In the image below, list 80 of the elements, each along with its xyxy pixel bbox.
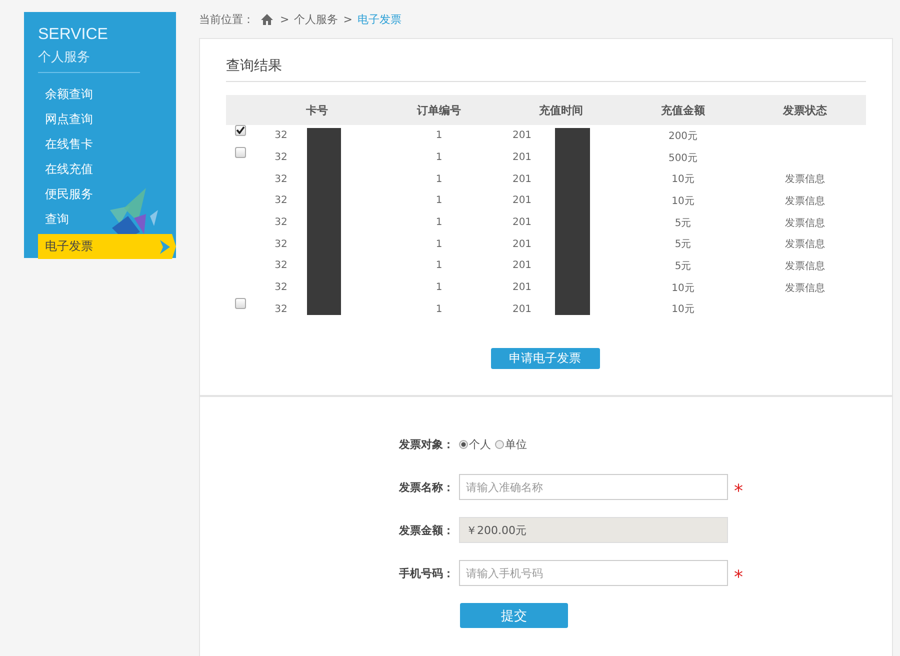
column-header: 卡号 [305, 102, 329, 118]
status-link[interactable]: 发票信息 [785, 239, 825, 250]
sidebar-item[interactable]: 查询 [38, 207, 176, 232]
column-header: 发票状态 [782, 102, 828, 118]
column-header: 充值金额 [660, 102, 706, 118]
status-link[interactable]: 发票信息 [785, 196, 825, 207]
input-field[interactable]: 请输入准确名称 [459, 474, 728, 500]
table-cell: 10元 [672, 304, 694, 316]
table-cell: 32 [274, 130, 288, 142]
table-cell: 1 [436, 282, 442, 294]
breadcrumb-link[interactable]: 个人服务 [294, 12, 338, 26]
radio-option[interactable]: 个人 [459, 436, 491, 452]
table-cell: 1 [436, 260, 442, 272]
status-link[interactable]: 发票信息 [785, 174, 825, 186]
field-label: 发票名称： [398, 480, 455, 494]
table-cell: 10元 [672, 196, 694, 207]
table-cell: 201 [512, 174, 532, 185]
arrow-icon [160, 240, 170, 254]
amount-field: ￥200.00元 [459, 517, 728, 543]
field-label: 手机号码： [398, 566, 455, 580]
table-cell: 200元 [668, 130, 698, 142]
column-header: 订单编号 [416, 102, 462, 118]
table-cell: 1 [436, 195, 442, 206]
field-label: 发票金额： [398, 522, 455, 538]
table-cell: 201 [512, 152, 532, 164]
table-cell: 32 [274, 260, 288, 272]
table-cell: 1 [436, 304, 442, 315]
table-cell: 5元 [674, 239, 692, 250]
table-cell: 32 [274, 152, 288, 164]
table-cell: 32 [274, 238, 288, 250]
table-cell: 32 [274, 217, 288, 228]
sidebar-item[interactable]: 便民服务 [38, 182, 176, 207]
status-link[interactable]: 发票信息 [785, 260, 825, 272]
breadcrumb-separator: > [280, 12, 290, 26]
sidebar-subtitle: 个人服务 [38, 48, 140, 73]
submit-button[interactable]: 提交 [460, 603, 568, 628]
table-cell: 500元 [668, 152, 698, 164]
row-checkbox[interactable] [235, 298, 246, 310]
table-cell: 1 [436, 217, 442, 228]
sidebar-title: SERVICE [38, 26, 109, 44]
row-checkbox[interactable] [235, 124, 246, 136]
home-icon[interactable] [261, 14, 273, 24]
table-cell: 201 [512, 217, 532, 228]
table-cell: 5元 [674, 218, 692, 229]
table-cell: 201 [512, 282, 532, 294]
input-field[interactable]: 请输入手机号码 [459, 560, 728, 586]
radio-option[interactable]: 单位 [495, 436, 527, 452]
table-cell: 201 [512, 260, 532, 272]
table-cell: 1 [436, 238, 442, 250]
apply-invoice-button[interactable]: 申请电子发票 [490, 348, 600, 370]
breadcrumb-link[interactable]: 电子发票 [357, 12, 402, 26]
table-cell: 10元 [672, 282, 694, 294]
table-cell: 201 [512, 130, 532, 142]
table-cell: 201 [512, 304, 532, 315]
sidebar-item[interactable]: 电子发票 [38, 234, 176, 259]
table-cell: 5元 [674, 260, 692, 272]
table-cell: 10元 [672, 174, 694, 186]
sidebar-item[interactable]: 在线售卡 [38, 132, 176, 157]
required-mark: * [734, 480, 743, 502]
breadcrumb-label: 当前位置： [199, 12, 254, 26]
table-cell: 1 [436, 130, 442, 142]
table-cell: 201 [512, 195, 532, 206]
row-checkbox[interactable] [235, 146, 246, 158]
status-link[interactable]: 发票信息 [785, 218, 825, 229]
field-label: 发票对象： [398, 436, 455, 452]
required-mark: * [734, 566, 743, 588]
sidebar-item[interactable]: 在线充值 [38, 157, 176, 182]
table-cell: 1 [436, 152, 442, 164]
table-cell: 32 [274, 174, 288, 185]
breadcrumb-separator: > [343, 12, 352, 26]
table-cell: 32 [274, 282, 288, 294]
section-title: 查询结果 [226, 57, 866, 82]
status-link[interactable]: 发票信息 [785, 282, 825, 294]
column-header: 充值时间 [538, 102, 584, 118]
table-cell: 201 [512, 238, 532, 250]
sidebar-item[interactable]: 网点查询 [38, 107, 176, 132]
sidebar-item[interactable]: 余额查询 [38, 82, 176, 107]
table-cell: 32 [274, 304, 288, 315]
table-cell: 1 [436, 174, 442, 185]
table-cell: 32 [274, 195, 288, 206]
